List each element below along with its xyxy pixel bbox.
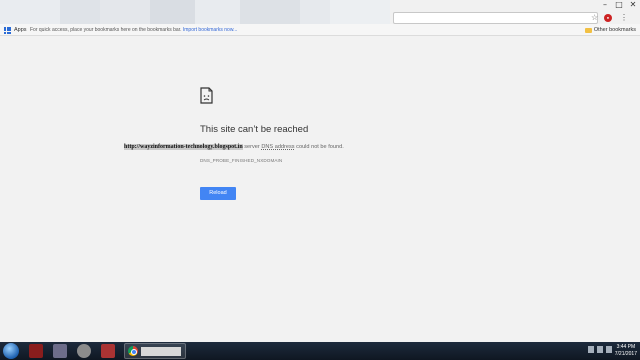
apps-grid-icon — [4, 26, 11, 34]
reload-button[interactable]: Reload — [200, 187, 236, 200]
error-url: http://wayzinformation-technology.blogsp… — [124, 144, 243, 150]
maximize-button[interactable]: □ — [612, 0, 626, 10]
tray-icon-1[interactable] — [588, 346, 594, 353]
bookmarks-hint-text: For quick access, place your bookmarks h… — [30, 27, 182, 33]
menu-icon[interactable]: ⋮ — [620, 13, 628, 23]
apps-shortcut[interactable]: Apps — [4, 25, 27, 35]
window-controls: – □ ✕ — [598, 0, 640, 10]
import-bookmarks-link[interactable]: Import bookmarks now... — [183, 27, 237, 33]
start-button[interactable] — [3, 343, 19, 359]
chrome-window-preview — [141, 347, 181, 356]
apps-label: Apps — [14, 27, 27, 33]
taskbar-app-2[interactable] — [53, 344, 67, 358]
taskbar-app-1[interactable] — [29, 344, 43, 358]
error-message-prefix: server — [242, 144, 262, 150]
sad-document-icon — [200, 87, 213, 104]
close-button[interactable]: ✕ — [626, 0, 640, 10]
taskbar: 3:44 PM 7/21/2017 — [0, 342, 640, 360]
star-icon[interactable]: ☆ — [591, 13, 598, 23]
dns-address-term: DNS address — [261, 144, 295, 150]
bookmarks-bar: Apps For quick access, place your bookma… — [0, 24, 640, 36]
other-bookmarks-label: Other bookmarks — [593, 27, 636, 33]
tray-icon-3[interactable] — [606, 346, 612, 353]
clock-time: 3:44 PM — [616, 344, 636, 350]
clock-date: 7/21/2017 — [614, 351, 637, 357]
other-bookmarks[interactable]: Other bookmarks — [584, 25, 636, 35]
system-tray — [588, 346, 612, 353]
chrome-icon — [128, 346, 138, 356]
address-bar[interactable] — [393, 12, 598, 24]
error-message-suffix: could not be found. — [294, 144, 344, 150]
error-url-text: http://wayzinformation-technology.blogsp… — [124, 144, 243, 150]
blurred-tab-strip — [0, 0, 390, 24]
taskbar-chrome-button[interactable] — [124, 343, 186, 359]
taskbar-app-4[interactable] — [101, 344, 115, 358]
error-code: DNS_PROBE_FINISHED_NXDOMAIN — [200, 158, 283, 163]
minimize-button[interactable]: – — [598, 0, 612, 10]
tray-icon-2[interactable] — [597, 346, 603, 353]
bookmarks-hint: For quick access, place your bookmarks h… — [30, 25, 237, 35]
folder-icon — [584, 27, 592, 33]
extension-icon[interactable]: ● — [604, 14, 612, 22]
system-clock[interactable]: 3:44 PM 7/21/2017 — [615, 344, 637, 358]
error-title: This site can’t be reached — [200, 124, 309, 135]
error-message: http://wayzinformation-technology.blogsp… — [124, 142, 344, 152]
taskbar-app-3[interactable] — [77, 344, 91, 358]
